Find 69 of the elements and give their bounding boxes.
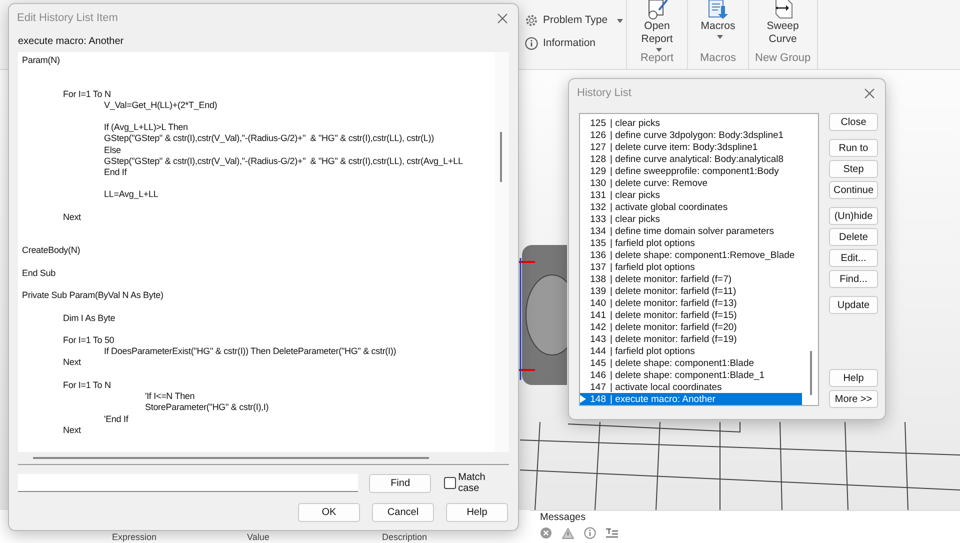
- history-item[interactable]: 144 | farfield plot options: [580, 345, 802, 357]
- ribbon-button[interactable]: Sweep Curve: [758, 0, 807, 52]
- dialog-button[interactable]: Continue: [829, 181, 878, 199]
- item-label: execute macro: Another: [18, 36, 124, 49]
- dialog-button[interactable]: Update: [829, 296, 878, 314]
- history-item[interactable]: 138 | delete monitor: farfield (f=7): [580, 273, 802, 285]
- history-item[interactable]: 146 | delete shape: component1:Blade_1: [580, 369, 802, 381]
- history-item[interactable]: 135 | farfield plot options: [580, 237, 802, 249]
- gear-icon: [525, 14, 538, 26]
- ribbon-button[interactable]: Open Report: [633, 0, 681, 52]
- match-case-checkbox[interactable]: Match case: [444, 472, 509, 494]
- info-icon: [525, 36, 538, 50]
- macro-icon: [706, 0, 730, 20]
- history-item[interactable]: 129 | define sweepprofile: component1:Body: [580, 165, 802, 177]
- code-editor[interactable]: Param(N) For I=1 To N V_Val=Get_H(LL)+(2*T_End) If (Avg_L+LL)>L Then GStep("GStep" & cstr(I),cstr(V_Val),"-(Radius-G/2)+" & "HG" & cstr(I),cstr(LL), cstr(L)) Else GStep("GStep" & cstr(I),cstr(V_Val),"-(Radius-G/2)+" & "HG" & cstr(I),cstr(LL), cstr(Avg_L+LL End If LL=Avg_L+LL Next CreateBody(N) End Sub Private Sub Param(ByVal N As Byte) Dim I As Byte For I=1 To 50 If DoesParameterExist("HG" & cstr(I)) Then DeleteParameter("HG" & cstr(I)) Next For I=1 To N 'If I<=N Then StoreParameter("HG" & cstr(I),I) 'End If Next: [18, 52, 509, 465]
- dialog-button[interactable]: Step: [829, 160, 878, 178]
- dialog-button[interactable]: (Un)hide: [829, 207, 878, 225]
- history-item[interactable]: 140 | delete monitor: farfield (f=13): [580, 297, 802, 309]
- dialog-button[interactable]: OK: [298, 503, 360, 522]
- history-item[interactable]: 148 | execute macro: Another: [580, 393, 802, 405]
- find-button[interactable]: Find: [369, 474, 432, 492]
- scrollbar-thumb[interactable]: [810, 351, 812, 395]
- history-item[interactable]: 139 | delete monitor: farfield (f=11): [580, 285, 802, 297]
- info-icon[interactable]: [584, 527, 596, 539]
- dialog-button[interactable]: Edit...: [829, 249, 878, 267]
- history-item[interactable]: 143 | delete monitor: farfield (f=19): [580, 333, 802, 345]
- error-icon[interactable]: [540, 527, 552, 539]
- history-item[interactable]: 133 | clear picks: [580, 213, 802, 225]
- dialog-button[interactable]: Close: [829, 113, 878, 131]
- history-item[interactable]: 131 | clear picks: [580, 189, 802, 201]
- group-label: Macros: [700, 52, 736, 66]
- history-item[interactable]: 134 | define time domain solver parameters: [580, 225, 802, 237]
- search-field[interactable]: [18, 474, 358, 492]
- history-item[interactable]: 132 | activate global coordinates: [580, 201, 802, 213]
- dialog-title: Edit History List Item: [17, 12, 118, 24]
- close-icon[interactable]: [497, 12, 508, 24]
- ribbon-button[interactable]: Information: [525, 34, 626, 52]
- warning-icon[interactable]: [562, 528, 574, 538]
- history-item[interactable]: 137 | farfield plot options: [580, 261, 802, 273]
- group-label: New Group: [755, 52, 811, 66]
- dialog-title: History List: [577, 87, 632, 99]
- close-icon[interactable]: [864, 88, 875, 98]
- dialog-button[interactable]: More >>: [829, 390, 878, 408]
- history-item[interactable]: 128 | define curve analytical: Body:analytical8: [580, 153, 802, 165]
- dialog-button[interactable]: Help: [446, 503, 508, 522]
- panel-title: Messages: [540, 511, 586, 525]
- history-item[interactable]: 136 | delete shape: component1:Remove_Blade: [580, 249, 802, 261]
- dialog-button[interactable]: Delete: [829, 228, 878, 246]
- dialog-button[interactable]: Run to: [829, 139, 878, 157]
- scrollbar-thumb[interactable]: [500, 132, 502, 182]
- history-item[interactable]: 147 | activate local coordinates: [580, 381, 802, 393]
- dialog-button[interactable]: Cancel: [372, 503, 434, 522]
- dialog-button[interactable]: Help: [829, 369, 878, 387]
- history-item[interactable]: 141 | delete monitor: farfield (f=15): [580, 309, 802, 321]
- history-item[interactable]: 145 | delete shape: component1:Blade: [580, 357, 802, 369]
- ribbon-button[interactable]: Macros: [694, 0, 742, 52]
- history-item[interactable]: 125 | clear picks: [580, 117, 802, 129]
- column-header[interactable]: Description: [382, 532, 517, 542]
- history-item[interactable]: 126 | define curve 3dpolygon: Body:3dspline1: [580, 129, 802, 141]
- history-item[interactable]: 127 | delete curve item: Body:3dspline1: [580, 141, 802, 153]
- list-filter-icon[interactable]: [606, 528, 618, 538]
- group-label: Report: [640, 52, 674, 66]
- history-item[interactable]: 130 | delete curve: Remove: [580, 177, 802, 189]
- column-header[interactable]: Expression: [112, 532, 247, 542]
- column-header[interactable]: Value: [247, 532, 382, 542]
- ribbon-button[interactable]: Problem Type: [525, 11, 626, 29]
- dialog-button[interactable]: Find...: [829, 270, 878, 288]
- scrollbar-thumb[interactable]: [33, 457, 429, 459]
- history-item[interactable]: 142 | delete monitor: farfield (f=20): [580, 321, 802, 333]
